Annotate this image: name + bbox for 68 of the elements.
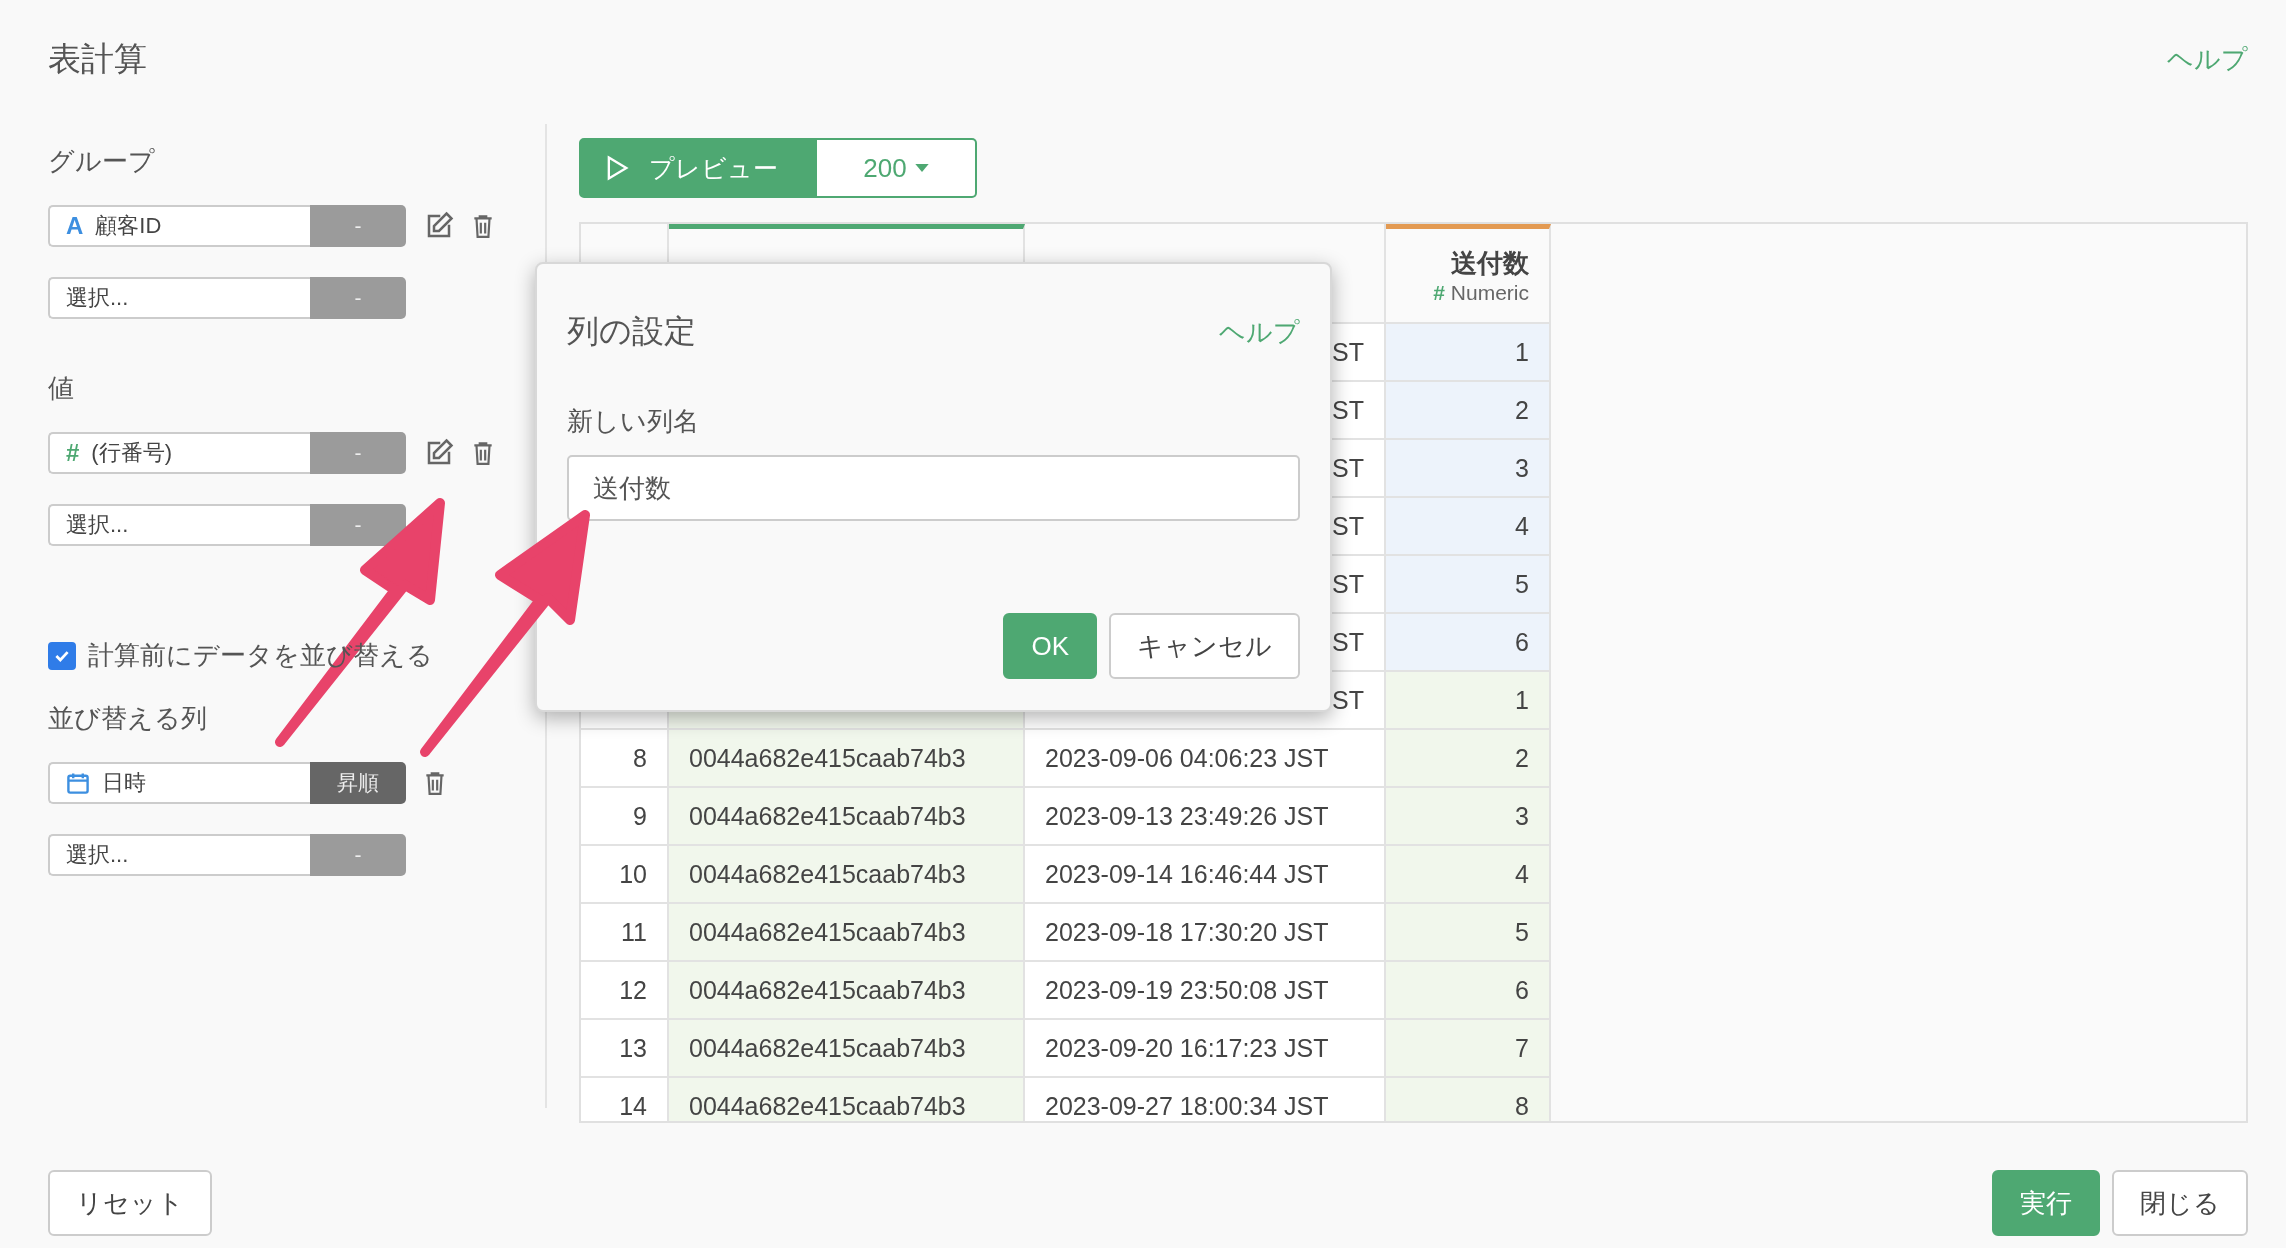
field-label: 選択...	[66, 511, 129, 539]
run-button[interactable]: 実行	[1992, 1170, 2100, 1236]
help-link[interactable]: ヘルプ	[2167, 41, 2248, 77]
table-cell: 0044a682e415caab74b3	[669, 962, 1025, 1020]
table-cell: 2023-09-18 17:30:20 JST	[1025, 904, 1386, 962]
table-cell: 2023-09-27 18:00:34 JST	[1025, 1078, 1386, 1121]
field-label: (行番号)	[91, 439, 172, 467]
value-cell: 1	[1386, 324, 1551, 382]
table-cell: 2023-09-13 23:49:26 JST	[1025, 788, 1386, 846]
sort-order-button[interactable]: 昇順	[310, 762, 406, 804]
table-cell: 2023-09-20 16:17:23 JST	[1025, 1020, 1386, 1078]
value-cell: 7	[1386, 1020, 1551, 1078]
value-cell: 3	[1386, 440, 1551, 498]
table-cell: 2023-09-14 16:46:44 JST	[1025, 846, 1386, 904]
section-heading: グループ	[48, 145, 156, 178]
section-heading: 並び替える列	[48, 702, 208, 735]
value-cell: 6	[1386, 962, 1551, 1020]
row-number-cell: 9	[581, 788, 669, 846]
column-title: 送付数	[1451, 247, 1529, 280]
table-cell: 2023-09-06 04:06:23 JST	[1025, 730, 1386, 788]
column-select[interactable]: A 顧客ID	[48, 205, 310, 247]
field-label: 選択...	[66, 841, 129, 869]
column-select[interactable]: 選択...	[48, 834, 310, 876]
page-title: 表計算	[48, 38, 147, 79]
value-cell: 5	[1386, 556, 1551, 614]
value-cell: 8	[1386, 1078, 1551, 1121]
row-number-cell: 12	[581, 962, 669, 1020]
table-cell: 0044a682e415caab74b3	[669, 1020, 1025, 1078]
reset-button[interactable]: リセット	[48, 1170, 212, 1236]
value-cell: 2	[1386, 730, 1551, 788]
table-cell: 0044a682e415caab74b3	[669, 846, 1025, 904]
value-cell: 4	[1386, 846, 1551, 904]
table-cell: 0044a682e415caab74b3	[669, 788, 1025, 846]
table-cell: 0044a682e415caab74b3	[669, 1078, 1025, 1121]
column-select[interactable]: 選択...	[48, 504, 310, 546]
table-cell: 0044a682e415caab74b3	[669, 904, 1025, 962]
value-cell: 3	[1386, 788, 1551, 846]
number-type-icon: #	[66, 439, 80, 467]
table-cell: 0044a682e415caab74b3	[669, 730, 1025, 788]
section-heading: 値	[48, 372, 75, 405]
column-header[interactable]: 送付数 # Numeric	[1386, 224, 1551, 324]
row-number-cell: 13	[581, 1020, 669, 1078]
row-number-cell: 10	[581, 846, 669, 904]
text-type-icon: A	[66, 212, 84, 240]
column-select[interactable]: # (行番号)	[48, 432, 310, 474]
value-cell: 4	[1386, 498, 1551, 556]
column-name-field[interactable]: 送付数	[567, 455, 1300, 521]
preview-button[interactable]: プレビュー	[579, 138, 817, 198]
dialog-title: 列の設定	[567, 312, 696, 351]
value-cell: 5	[1386, 904, 1551, 962]
row-count-dropdown[interactable]: 200	[817, 138, 977, 198]
cancel-button[interactable]: キャンセル	[1109, 613, 1300, 679]
row-number-cell: 8	[581, 730, 669, 788]
field-label: 顧客ID	[95, 212, 162, 240]
ok-button[interactable]: OK	[1003, 613, 1097, 679]
column-select[interactable]: 選択...	[48, 277, 310, 319]
field-label: 選択...	[66, 284, 129, 312]
close-button[interactable]: 閉じる	[2112, 1170, 2248, 1236]
row-number-cell: 11	[581, 904, 669, 962]
field-label: 新しい列名	[567, 405, 700, 438]
column-select[interactable]: 日時	[48, 762, 310, 804]
value-cell: 2	[1386, 382, 1551, 440]
table-cell: 2023-09-19 23:50:08 JST	[1025, 962, 1386, 1020]
field-label: 日時	[102, 769, 146, 797]
row-number-cell: 14	[581, 1078, 669, 1121]
value-cell: 1	[1386, 672, 1551, 730]
column-type: # Numeric	[1433, 281, 1529, 305]
value-cell: 6	[1386, 614, 1551, 672]
